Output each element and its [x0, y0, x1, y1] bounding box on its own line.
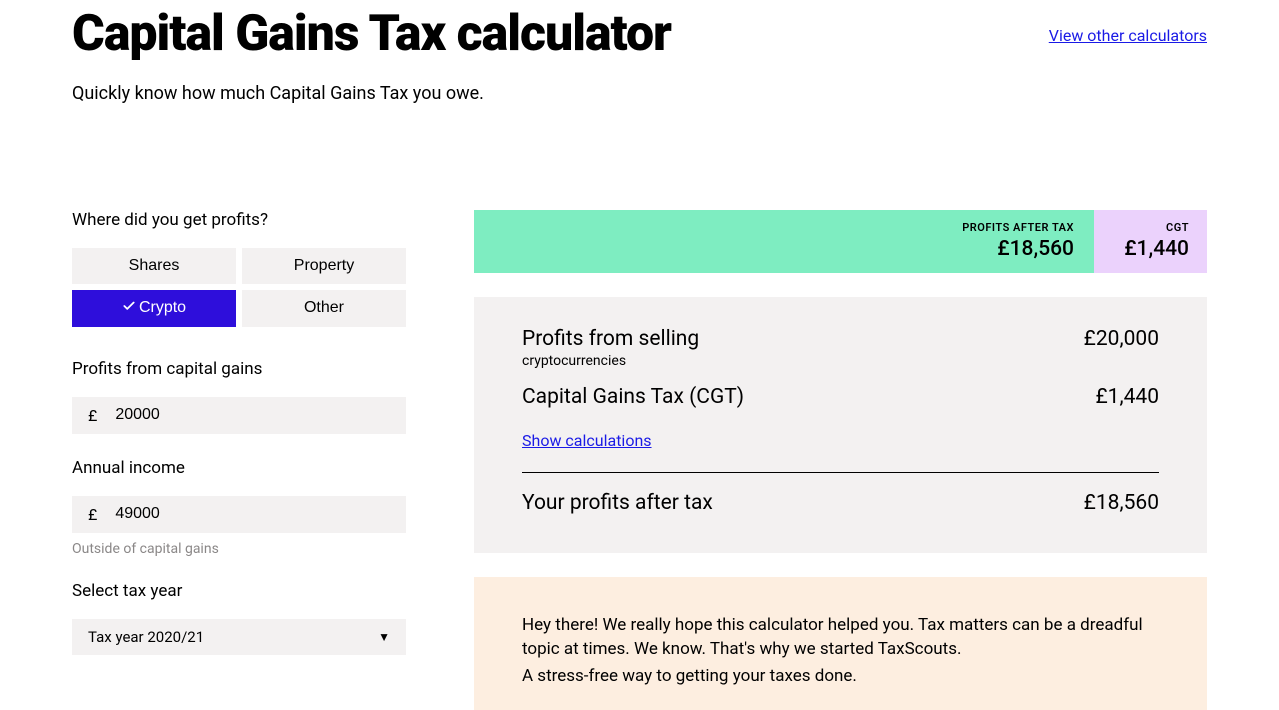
- profits-amount-label: Profits from capital gains: [72, 359, 406, 379]
- show-calculations-link[interactable]: Show calculations: [522, 431, 652, 450]
- breakdown-final-title: Your profits after tax: [522, 491, 713, 515]
- summary-bar: PROFITS AFTER TAX £18,560 CGT £1,440: [474, 210, 1207, 273]
- option-crypto[interactable]: Crypto: [72, 290, 236, 327]
- promo-panel: Hey there! We really hope this calculato…: [474, 577, 1207, 710]
- summary-profits-label: PROFITS AFTER TAX: [962, 221, 1074, 234]
- option-other[interactable]: Other: [242, 290, 406, 327]
- divider: [522, 472, 1159, 473]
- check-icon: [122, 299, 136, 318]
- option-crypto-label: Crypto: [139, 299, 186, 317]
- summary-cgt-value: £1,440: [1124, 237, 1189, 261]
- tax-year-label: Select tax year: [72, 581, 406, 601]
- income-label: Annual income: [72, 458, 406, 478]
- breakdown-row1-value: £20,000: [1084, 327, 1159, 351]
- summary-profits-after-tax: PROFITS AFTER TAX £18,560: [474, 210, 1094, 273]
- breakdown-row2-title: Capital Gains Tax (CGT): [522, 385, 744, 409]
- option-shares[interactable]: Shares: [72, 248, 236, 284]
- profits-input[interactable]: [115, 406, 390, 424]
- view-other-calculators-link[interactable]: View other calculators: [1049, 26, 1207, 45]
- breakdown-row1-sub: cryptocurrencies: [522, 353, 699, 369]
- income-hint: Outside of capital gains: [72, 541, 406, 557]
- breakdown-row1-title: Profits from selling: [522, 327, 699, 351]
- currency-symbol: £: [88, 505, 97, 524]
- currency-symbol: £: [88, 406, 97, 425]
- option-property[interactable]: Property: [242, 248, 406, 284]
- promo-line2: A stress-free way to getting your taxes …: [522, 664, 1159, 689]
- tax-year-select[interactable]: Tax year 2020/21 ▼: [72, 619, 406, 655]
- page-title: Capital Gains Tax calculator: [72, 8, 671, 61]
- breakdown-final-value: £18,560: [1084, 491, 1159, 515]
- tax-year-value: Tax year 2020/21: [88, 628, 378, 646]
- summary-cgt: CGT £1,440: [1094, 210, 1207, 273]
- breakdown-panel: Profits from selling cryptocurrencies £2…: [474, 297, 1207, 553]
- summary-cgt-label: CGT: [1166, 221, 1189, 234]
- breakdown-row2-value: £1,440: [1095, 385, 1159, 409]
- profits-source-label: Where did you get profits?: [72, 210, 406, 230]
- income-input[interactable]: [115, 505, 390, 523]
- chevron-down-icon: ▼: [378, 630, 390, 644]
- promo-line1: Hey there! We really hope this calculato…: [522, 613, 1159, 662]
- page-subtitle: Quickly know how much Capital Gains Tax …: [72, 83, 1207, 104]
- summary-profits-value: £18,560: [997, 237, 1074, 261]
